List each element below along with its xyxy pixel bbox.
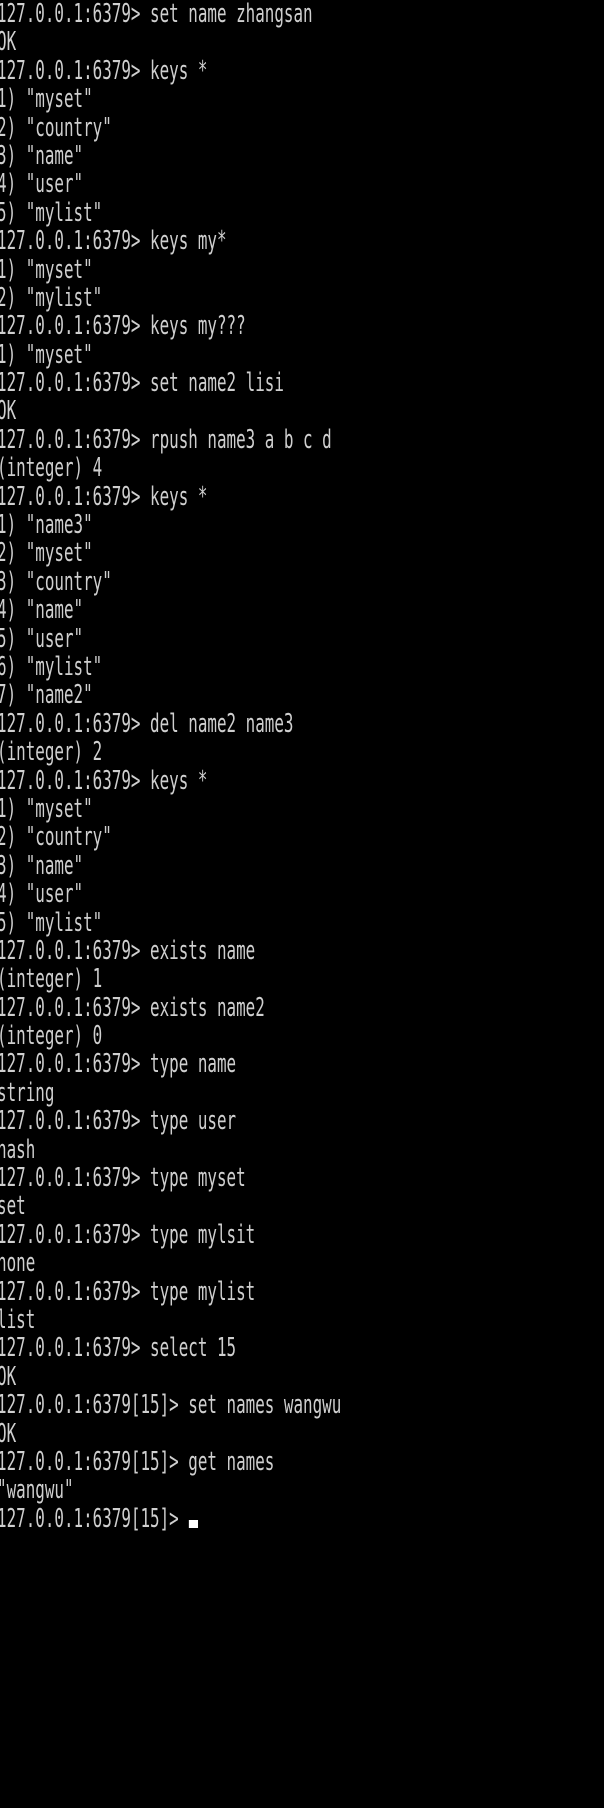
terminal-line: 127.0.0.1:6379> select 15 — [0, 1333, 246, 1364]
terminal-line: 127.0.0.1:6379> keys my* — [0, 226, 237, 257]
terminal-line: 1) "myset" — [0, 254, 103, 285]
terminal-line: OK — [0, 27, 17, 58]
terminal-line: 1) "myset" — [0, 84, 103, 115]
terminal-line: none — [0, 1248, 45, 1279]
terminal-line: 127.0.0.1:6379> set name2 lisi — [0, 368, 294, 399]
terminal-line: 127.0.0.1:6379> type myset — [0, 1163, 256, 1194]
terminal-line: 5) "user" — [0, 623, 93, 654]
terminal-line: 127.0.0.1:6379[15]> get names — [0, 1446, 284, 1477]
terminal-line: 4) "user" — [0, 169, 93, 200]
terminal-line: 1) "myset" — [0, 339, 103, 370]
terminal-line: 127.0.0.1:6379> del name2 name3 — [0, 708, 304, 739]
terminal-line: string — [0, 1077, 64, 1108]
terminal-line: (integer) 4 — [0, 453, 112, 484]
terminal-line: 3) "country" — [0, 566, 122, 597]
terminal-line: list — [0, 1304, 45, 1335]
terminal-line: 127.0.0.1:6379> type user — [0, 1106, 246, 1137]
terminal-line: 5) "mylist" — [0, 907, 112, 938]
terminal-line: OK — [0, 1418, 17, 1449]
terminal-line: 2) "mylist" — [0, 282, 112, 313]
terminal-line: 6) "mylist" — [0, 651, 112, 682]
terminal-line: 127.0.0.1:6379> exists name2 — [0, 992, 275, 1023]
terminal-line: OK — [0, 1361, 17, 1392]
terminal-line: 127.0.0.1:6379> keys * — [0, 765, 217, 796]
terminal-line: 5) "mylist" — [0, 197, 112, 228]
terminal-line: (integer) 1 — [0, 964, 112, 995]
terminal-line: 7) "name2" — [0, 680, 103, 711]
terminal-screen[interactable]: 127.0.0.1:6379> set name zhangsan OK 127… — [0, 0, 604, 1533]
terminal-line: 127.0.0.1:6379> exists name — [0, 935, 265, 966]
terminal-line: 127.0.0.1:6379> type mylist — [0, 1276, 265, 1307]
terminal-line: (integer) 0 — [0, 1021, 112, 1052]
terminal-line: 1) "myset" — [0, 793, 103, 824]
terminal-line: "wangwu" — [0, 1475, 84, 1506]
terminal-line: 4) "name" — [0, 595, 93, 626]
terminal-line: 127.0.0.1:6379[15]> — [0, 1504, 604, 1533]
terminal-line: 3) "name" — [0, 140, 93, 171]
terminal-line: 2) "country" — [0, 112, 122, 143]
terminal-line: 127.0.0.1:6379> type mylsit — [0, 1219, 265, 1250]
terminal-line: 127.0.0.1:6379> rpush name3 a b c d — [0, 424, 342, 455]
terminal-line: 127.0.0.1:6379[15]> set names wangwu — [0, 1390, 351, 1421]
terminal-line: 127.0.0.1:6379> keys my??? — [0, 311, 256, 342]
terminal-line: 2) "country" — [0, 822, 122, 853]
terminal-line: 2) "myset" — [0, 538, 103, 569]
terminal-line: 127.0.0.1:6379> set name zhangsan — [0, 0, 323, 29]
terminal-window[interactable]: 127.0.0.1:6379> set name zhangsan OK 127… — [0, 0, 604, 1808]
terminal-line: (integer) 2 — [0, 737, 112, 768]
terminal-line: set — [0, 1191, 36, 1222]
terminal-cursor — [188, 1519, 199, 1528]
terminal-line: 1) "name3" — [0, 510, 103, 541]
terminal-line: hash — [0, 1134, 45, 1165]
terminal-line: 3) "name" — [0, 850, 93, 881]
terminal-line: OK — [0, 396, 17, 427]
terminal-line: 127.0.0.1:6379> type name — [0, 1049, 246, 1080]
terminal-line: 127.0.0.1:6379> keys * — [0, 481, 217, 512]
terminal-line: 4) "user" — [0, 879, 93, 910]
terminal-line: 127.0.0.1:6379> keys * — [0, 55, 217, 86]
